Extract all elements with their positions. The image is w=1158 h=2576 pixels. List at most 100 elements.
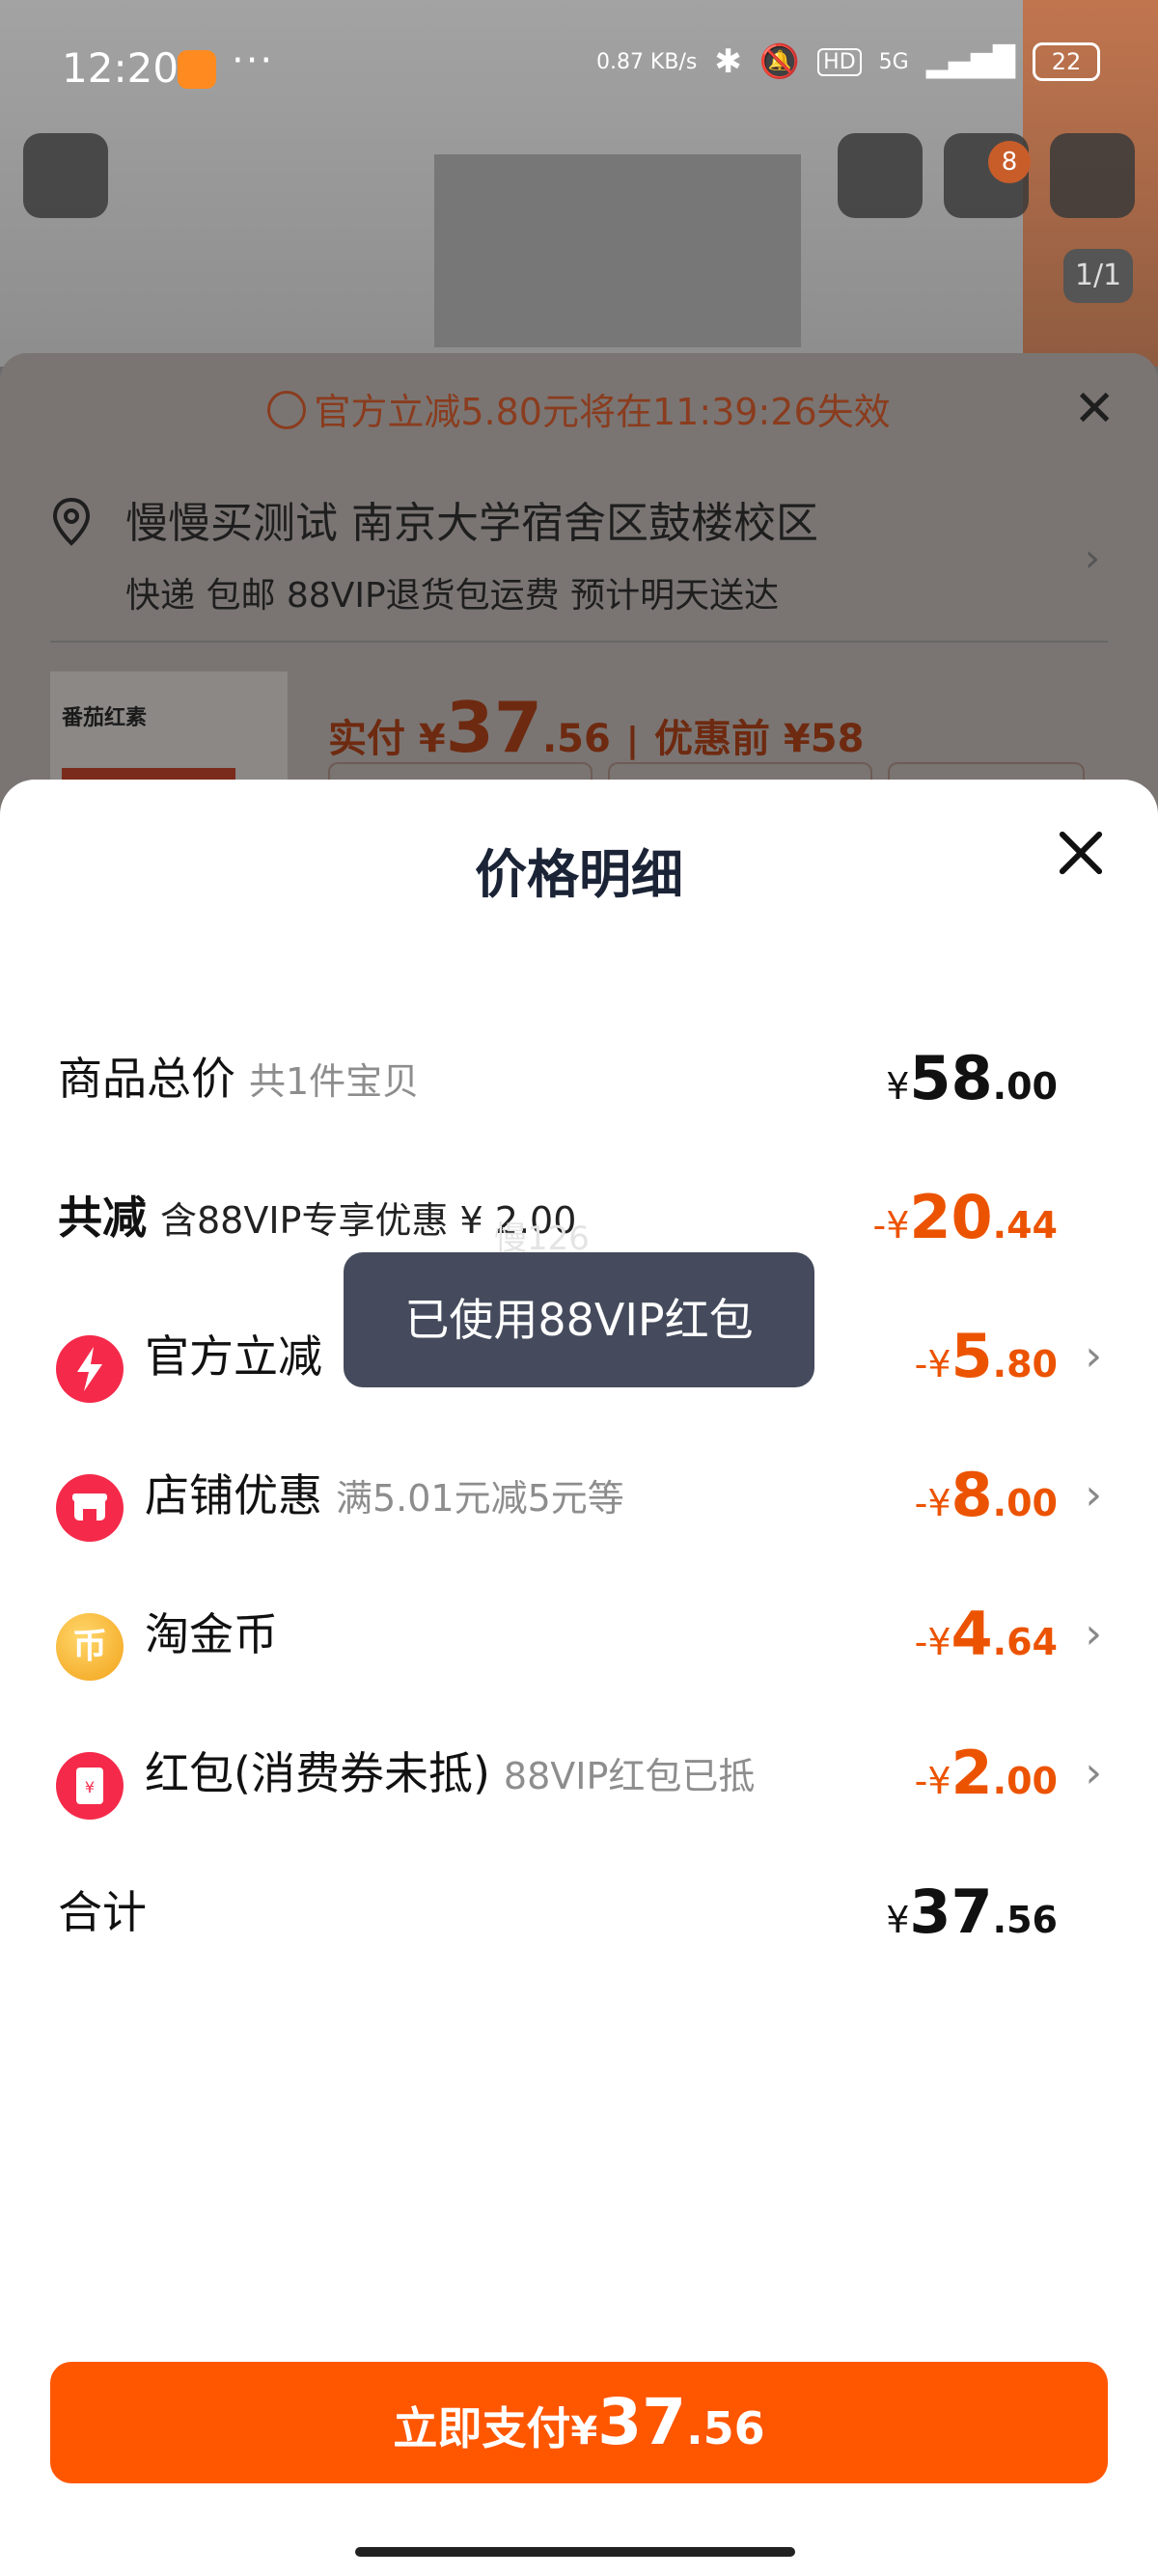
close-icon[interactable] [1052, 824, 1110, 882]
amount-int: 5 [951, 1321, 993, 1391]
chevron-right-icon: › [1085, 1331, 1102, 1381]
row-sublabel: 满5.01元减5元等 [336, 1477, 624, 1520]
currency-symbol: ¥ [886, 1899, 910, 1941]
row-label-wrap: 红包(消费券未抵) 88VIP红包已抵 [145, 1715, 755, 1834]
home-indicator[interactable] [355, 2547, 795, 2557]
mute-icon: 🔕 [758, 42, 801, 81]
status-indicators: 0.87 KB/s ✱ 🔕 HD 5G ▂▄▆█ 22 [596, 42, 1100, 81]
coin-glyph: 币 [71, 1627, 107, 1666]
svg-text:¥: ¥ [85, 1778, 95, 1796]
price-row-subtotal: 商品总价 共1件宝贝 ¥58.00 [0, 1021, 1158, 1137]
price-row-total: 合计 ¥37.56 [0, 1854, 1158, 1970]
hd-icon: HD [817, 47, 862, 76]
amount-dec: .00 [992, 1760, 1058, 1802]
image-counter: 1/1 [1063, 249, 1133, 303]
status-bar: 12:20 ··· 0.87 KB/s ✱ 🔕 HD 5G ▂▄▆█ 22 [0, 0, 1158, 112]
chevron-right-icon: › [1085, 1609, 1102, 1658]
row-sublabel: 共1件宝贝 [249, 1060, 420, 1103]
row-amount: ¥58.00 [886, 1021, 1058, 1152]
actual-pay-int: 37 [445, 687, 542, 768]
amount-int: 37 [909, 1877, 993, 1947]
price-row-taojinbi[interactable]: 币 淘金币 -¥4.64 › [0, 1576, 1158, 1692]
row-amount: ¥37.56 [886, 1854, 1058, 1986]
amount-dec: .64 [992, 1621, 1058, 1663]
price-detail-modal: 价格明细 商品总价 共1件宝贝 ¥58.00 共减 含88VIP专享优惠 ¥ 2.0… [0, 780, 1158, 2576]
net-speed: 0.87 KB/s [595, 49, 698, 74]
amount-int: 4 [951, 1599, 993, 1669]
signal-icon: 5G [878, 49, 909, 74]
amount-dec: .44 [992, 1204, 1058, 1247]
pay-button-text: 立即支付 [393, 2402, 571, 2454]
row-label: 官方立减 [145, 1330, 322, 1383]
coin-icon: 币 [56, 1613, 124, 1681]
location-pin-icon [52, 498, 91, 546]
actual-pay-label: 实付 ¥ [328, 717, 446, 761]
row-amount: -¥20.44 [873, 1160, 1059, 1291]
close-icon[interactable]: ✕ [1073, 380, 1116, 438]
cart-count-badge: 8 [988, 141, 1031, 183]
countdown-text: 官方立减5.80元将在11:39:26失效 [314, 391, 891, 433]
back-button[interactable] [23, 133, 108, 218]
row-label-wrap: 店铺优惠 满5.01元减5元等 [145, 1438, 624, 1556]
chevron-right-icon: › [1085, 536, 1100, 581]
pay-now-button[interactable]: 立即支付¥37.56 [50, 2362, 1108, 2483]
row-label: 合计 [58, 1886, 147, 1938]
currency-symbol: ¥ [886, 1065, 910, 1108]
shop-icon [56, 1474, 124, 1542]
currency-symbol: -¥ [914, 1343, 951, 1385]
product-thumbnail-label: 番茄红素 [62, 706, 148, 730]
pay-button-dec: .56 [686, 2402, 765, 2454]
clock-icon [267, 391, 307, 429]
status-time: 12:20 [62, 44, 179, 92]
more-notifications-icon: ··· [232, 39, 275, 83]
share-button[interactable] [838, 133, 923, 218]
bluetooth-icon: ✱ [714, 42, 742, 81]
currency-symbol: -¥ [914, 1621, 951, 1663]
amount-int: 20 [909, 1182, 993, 1252]
currency-symbol: -¥ [872, 1204, 910, 1247]
app-notification-icon [178, 50, 216, 89]
row-label: 红包(消费券未抵) [145, 1747, 490, 1799]
amount-int: 8 [951, 1460, 993, 1530]
pay-button-symbol: ¥ [570, 2409, 598, 2453]
row-label: 淘金币 [145, 1608, 278, 1660]
discount-countdown: 官方立减5.80元将在11:39:26失效 [0, 382, 1158, 435]
row-amount: -¥5.80 [915, 1299, 1058, 1430]
amount-dec: .80 [992, 1343, 1058, 1385]
red-packet-icon: ¥ [56, 1752, 124, 1820]
actual-pay-dec: .56 [541, 717, 611, 761]
actual-pay-summary: 实付 ¥37.56 | 优惠前 ¥58 [328, 687, 864, 768]
currency-symbol: -¥ [914, 1760, 951, 1802]
currency-symbol: -¥ [914, 1482, 951, 1524]
address-name[interactable]: 慢慢买测试 南京大学宿舍区鼓楼校区 [125, 488, 818, 550]
price-before-discount: 优惠前 ¥58 [653, 717, 865, 761]
battery-icon: 22 [1033, 42, 1100, 81]
chevron-right-icon: › [1085, 1748, 1102, 1797]
divider [50, 641, 1108, 643]
row-label-wrap: 商品总价 共1件宝贝 [58, 1021, 419, 1139]
menu-button[interactable] [1050, 133, 1135, 218]
chevron-right-icon: › [1085, 1470, 1102, 1520]
price-row-shop-discount[interactable]: 店铺优惠 满5.01元减5元等 -¥8.00 › [0, 1438, 1158, 1553]
modal-title: 价格明细 [475, 844, 683, 905]
row-amount: -¥2.00 [915, 1715, 1058, 1847]
row-label: 商品总价 [58, 1053, 235, 1105]
toast-message: 已使用88VIP红包 [344, 1252, 814, 1387]
amount-dec: .00 [992, 1482, 1058, 1524]
product-photo [434, 154, 801, 347]
pay-button-int: 37 [597, 2385, 687, 2459]
price-row-red-packet[interactable]: ¥ 红包(消费券未抵) 88VIP红包已抵 -¥2.00 › [0, 1715, 1158, 1831]
row-label: 共减 [58, 1192, 147, 1244]
row-sublabel: 88VIP红包已抵 [503, 1755, 756, 1797]
signal-bars-icon: ▂▄▆█ [925, 44, 1015, 79]
pay-separator: | [625, 721, 639, 760]
row-amount: -¥8.00 [915, 1438, 1058, 1569]
amount-int: 58 [909, 1043, 993, 1113]
amount-dec: .56 [992, 1899, 1058, 1941]
delivery-info: 快递 包邮 88VIP退货包运费 预计明天送达 [125, 576, 780, 616]
lightning-icon [56, 1335, 124, 1403]
row-amount: -¥4.64 [915, 1576, 1058, 1708]
amount-dec: .00 [992, 1065, 1058, 1108]
amount-int: 2 [951, 1738, 993, 1808]
row-label: 店铺优惠 [145, 1469, 322, 1521]
